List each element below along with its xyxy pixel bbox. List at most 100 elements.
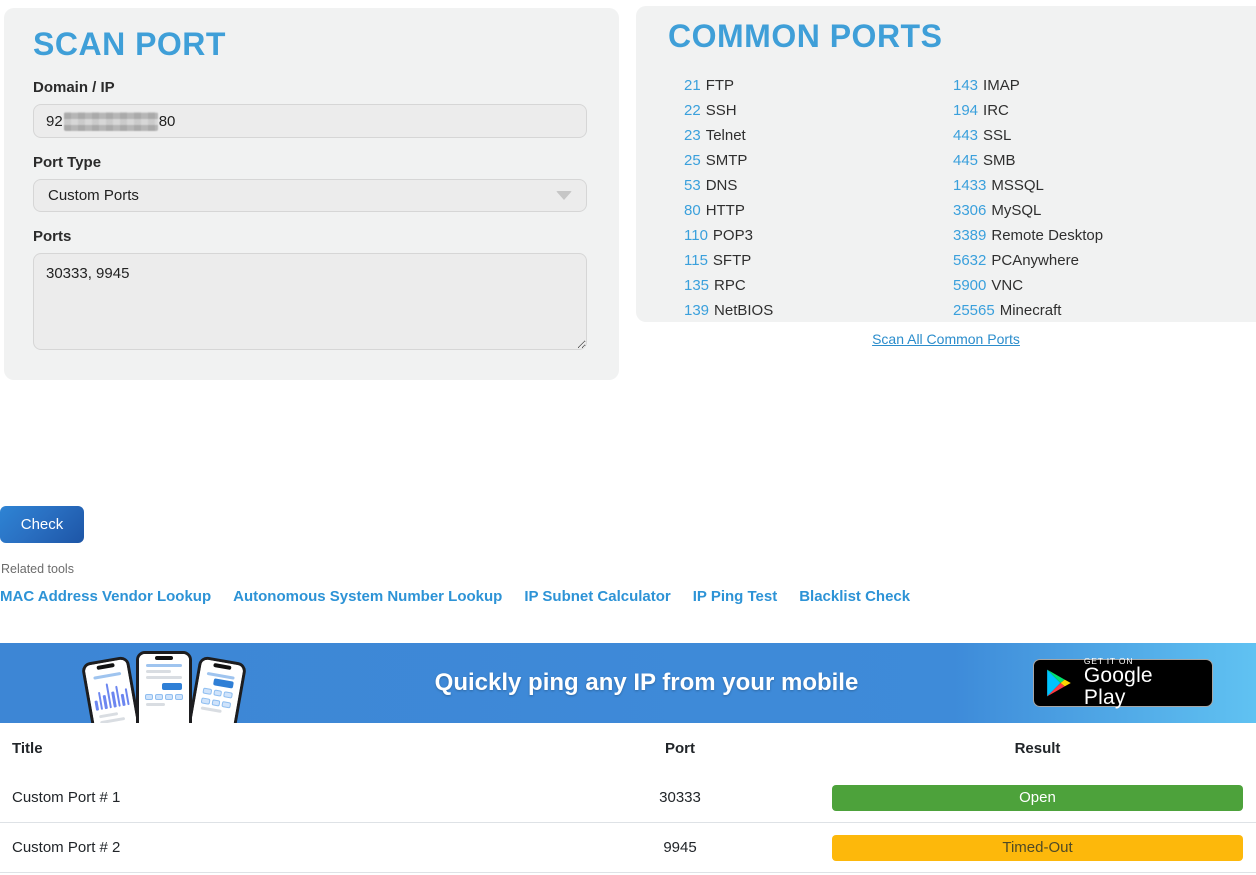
scan-all-common-ports-link[interactable]: Scan All Common Ports	[636, 331, 1256, 347]
related-tools-label: Related tools	[1, 562, 74, 576]
port-number-link[interactable]: 3389	[953, 227, 986, 244]
port-name-label: NetBIOS	[714, 302, 773, 319]
phones-mockup-image	[83, 650, 248, 723]
port-name-label: DNS	[706, 177, 738, 194]
header-result: Result	[742, 740, 1256, 757]
common-port-item: 53 DNS	[684, 173, 953, 198]
common-port-item: 135 RPC	[684, 273, 953, 298]
port-number-link[interactable]: 135	[684, 277, 709, 294]
related-tool-link[interactable]: IP Ping Test	[693, 588, 777, 605]
redacted-segment	[64, 112, 158, 131]
phone-right	[187, 655, 247, 723]
result-port-cell: 9945	[618, 839, 742, 856]
common-port-item: 143 IMAP	[953, 73, 1103, 98]
domain-ip-label: Domain / IP	[33, 79, 590, 96]
result-port-cell: 30333	[618, 789, 742, 806]
port-name-label: SMB	[983, 152, 1016, 169]
table-header-row: Title Port Result	[0, 723, 1256, 773]
common-port-item: 5632PCAnywhere	[953, 248, 1103, 273]
common-port-item: 80HTTP	[684, 198, 953, 223]
port-name-label: Telnet	[706, 127, 746, 144]
phone-center	[136, 651, 192, 723]
status-badge: Timed-Out	[832, 835, 1243, 861]
port-number-link[interactable]: 25565	[953, 302, 995, 319]
ports-label: Ports	[33, 228, 590, 245]
common-port-item: 194 IRC	[953, 98, 1103, 123]
port-number-link[interactable]: 3306	[953, 202, 986, 219]
port-name-label: SSL	[983, 127, 1011, 144]
port-number-link[interactable]: 1433	[953, 177, 986, 194]
related-tool-link[interactable]: IP Subnet Calculator	[524, 588, 670, 605]
related-tool-link[interactable]: Blacklist Check	[799, 588, 910, 605]
port-number-link[interactable]: 139	[684, 302, 709, 319]
table-body: Custom Port # 130333 Open Custom Port # 29…	[0, 773, 1256, 873]
common-port-item: 21 FTP	[684, 73, 953, 98]
port-name-label: MSSQL	[991, 177, 1044, 194]
port-name-label: FTP	[706, 77, 734, 94]
table-row: Custom Port # 130333 Open	[0, 773, 1256, 823]
port-type-select[interactable]: Custom Ports	[33, 179, 587, 212]
result-cell: Timed-Out	[742, 835, 1256, 861]
port-number-link[interactable]: 23	[684, 127, 701, 144]
port-number-link[interactable]: 21	[684, 77, 701, 94]
result-title-cell: Custom Port # 1	[0, 789, 618, 806]
google-play-badge[interactable]: GET IT ON Google Play	[1033, 659, 1213, 707]
mobile-app-promo-banner: Quickly ping any IP from your mobile GET…	[0, 643, 1256, 723]
port-number-link[interactable]: 194	[953, 102, 978, 119]
common-port-item: 443 SSL	[953, 123, 1103, 148]
port-number-link[interactable]: 80	[684, 202, 701, 219]
result-title-cell: Custom Port # 2	[0, 839, 618, 856]
port-name-label: SFTP	[713, 252, 751, 269]
chevron-down-icon	[556, 191, 572, 200]
common-ports-column-left: 21FTP22SSH23Telnet25SMTP53DNS80HTTP110PO…	[684, 73, 953, 323]
header-port: Port	[618, 740, 742, 757]
port-number-link[interactable]: 5900	[953, 277, 986, 294]
common-port-item: 25565 Minecraft	[953, 298, 1103, 323]
header-title: Title	[0, 740, 618, 757]
common-port-item: 5900 VNC	[953, 273, 1103, 298]
common-port-item: 25 SMTP	[684, 148, 953, 173]
banner-headline: Quickly ping any IP from your mobile	[260, 643, 1033, 723]
port-number-link[interactable]: 110	[684, 227, 708, 244]
common-ports-list: 21FTP22SSH23Telnet25SMTP53DNS80HTTP110PO…	[668, 73, 1236, 323]
related-tool-link[interactable]: Autonomous System Number Lookup	[233, 588, 502, 605]
related-tool-link[interactable]: MAC Address Vendor Lookup	[0, 588, 211, 605]
ports-textarea[interactable]: 30333, 9945	[33, 253, 587, 350]
port-name-label: Remote Desktop	[991, 227, 1103, 244]
mini-bar-chart	[92, 679, 130, 711]
scan-port-panel: SCAN PORT Domain / IP 9280 Port Type Cus…	[4, 8, 619, 380]
scan-results-table: Title Port Result Custom Port # 130333 Op…	[0, 723, 1256, 873]
port-number-link[interactable]: 25	[684, 152, 701, 169]
domain-ip-value-prefix: 92	[46, 113, 63, 130]
common-port-item: 3306 MySQL	[953, 198, 1103, 223]
port-type-selected-value: Custom Ports	[48, 187, 139, 204]
port-number-link[interactable]: 443	[953, 127, 978, 144]
port-name-label: Minecraft	[1000, 302, 1062, 319]
status-badge: Open	[832, 785, 1243, 811]
scan-port-title: SCAN PORT	[33, 26, 590, 63]
table-row: Custom Port # 29945 Timed-Out	[0, 823, 1256, 873]
common-port-item: 139 NetBIOS	[684, 298, 953, 323]
common-port-item: 23 Telnet	[684, 123, 953, 148]
port-number-link[interactable]: 53	[684, 177, 701, 194]
port-name-label: SMTP	[706, 152, 748, 169]
port-scan-page: SCAN PORT Domain / IP 9280 Port Type Cus…	[0, 0, 1256, 875]
common-port-item: 445 SMB	[953, 148, 1103, 173]
port-name-label: RPC	[714, 277, 746, 294]
common-port-item: 3389 Remote Desktop	[953, 223, 1103, 248]
port-name-label: IRC	[983, 102, 1009, 119]
port-number-link[interactable]: 445	[953, 152, 978, 169]
google-play-icon	[1046, 668, 1073, 698]
port-number-link[interactable]: 143	[953, 77, 978, 94]
port-name-label: VNC	[991, 277, 1023, 294]
port-name-label: SSH	[706, 102, 737, 119]
google-play-badge-large-text: Google Play	[1084, 665, 1200, 709]
port-number-link[interactable]: 22	[684, 102, 701, 119]
port-number-link[interactable]: 5632	[953, 252, 986, 269]
domain-ip-input[interactable]: 9280	[33, 104, 587, 138]
port-name-label: IMAP	[983, 77, 1020, 94]
port-name-label: MySQL	[991, 202, 1041, 219]
check-button[interactable]: Check	[0, 506, 84, 543]
common-ports-column-right: 143 IMAP 194 IRC 443 SSL 445 SMB 1433 MSSQL 3306 My…	[953, 73, 1103, 323]
port-number-link[interactable]: 115	[684, 252, 708, 269]
